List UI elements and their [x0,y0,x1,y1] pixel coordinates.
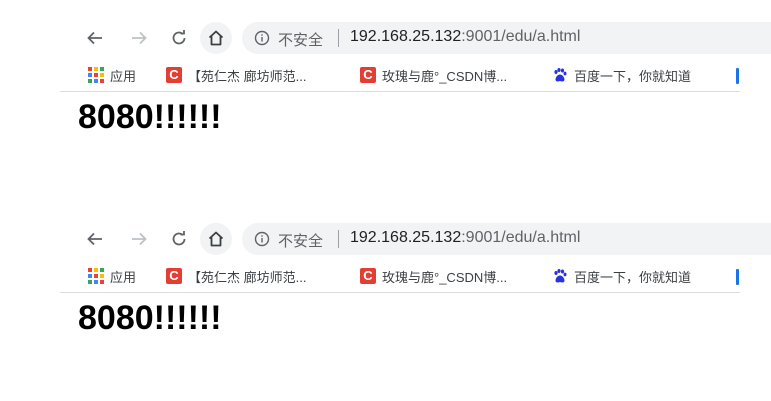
page-heading: 8080!!!!!! [78,299,222,337]
bookmarks-bar: 应用 C 【苑仁杰 廊坊师范... C 玫瑰与鹿°_CSDN博... 百度一下，… [0,60,771,90]
bookmark-label: 玫瑰与鹿°_CSDN博... [382,269,508,285]
back-button[interactable] [84,27,106,49]
toolbar-divider [60,292,740,293]
bookmark-csdn-2[interactable]: C 玫瑰与鹿°_CSDN博... [360,64,507,86]
url-path: /edu/a.html [501,229,581,246]
page-heading: 8080!!!!!! [78,98,222,136]
address-bar[interactable]: 不安全 192.168.25.132:9001/edu/a.html [242,22,771,54]
forward-button[interactable] [128,27,150,49]
arrow-left-icon [87,232,102,246]
apps-grid-icon [88,67,104,83]
reload-icon [172,231,186,246]
arrow-right-icon [132,232,147,246]
bookmark-csdn-1[interactable]: C 【苑仁杰 廊坊师范... [166,64,306,86]
home-icon [208,30,224,46]
bookmark-label: 百度一下，你就知道 [574,269,692,285]
info-icon[interactable] [254,231,270,247]
url-text[interactable]: 192.168.25.132:9001/edu/a.html [350,28,580,46]
reload-icon [172,30,186,45]
url-port: :9001 [461,28,502,45]
back-button[interactable] [84,228,106,250]
url-host: 192.168.25.132 [350,229,462,246]
bookmark-overflow-edge [736,269,739,285]
omnibox-separator [338,29,339,47]
reload-button[interactable] [168,27,190,49]
url-host: 192.168.25.132 [350,28,462,45]
bookmark-label: 百度一下，你就知道 [574,68,692,84]
arrow-right-icon [132,31,147,45]
browser-toolbar: 不安全 192.168.25.132:9001/edu/a.html [0,219,771,259]
bookmark-label: 【苑仁杰 廊坊师范... [188,269,307,285]
omnibox-separator [338,230,339,248]
home-icon [208,231,224,247]
url-text[interactable]: 192.168.25.132:9001/edu/a.html [350,229,580,247]
bookmark-baidu[interactable]: 百度一下，你就知道 [552,64,691,86]
bookmarks-bar: 应用 C 【苑仁杰 廊坊师范... C 玫瑰与鹿°_CSDN博... 百度一下，… [0,261,771,291]
bookmark-csdn-2[interactable]: C 玫瑰与鹿°_CSDN博... [360,265,507,287]
apps-grid-icon [88,268,104,284]
bookmark-label: 【苑仁杰 廊坊师范... [188,68,307,84]
url-port: :9001 [461,229,502,246]
csdn-icon: C [360,268,376,284]
browser-toolbar: 不安全 192.168.25.132:9001/edu/a.html [0,18,771,58]
bookmark-apps[interactable]: 应用 [88,64,136,86]
baidu-paw-icon [554,68,567,82]
address-bar[interactable]: 不安全 192.168.25.132:9001/edu/a.html [242,223,771,255]
csdn-icon: C [360,67,376,83]
home-button[interactable] [200,22,232,54]
bookmark-overflow-edge [736,68,739,84]
reload-button[interactable] [168,228,190,250]
toolbar-divider [60,91,740,92]
arrow-left-icon [87,31,102,45]
csdn-icon: C [166,268,182,284]
bookmark-baidu[interactable]: 百度一下，你就知道 [552,265,691,287]
bookmark-label: 应用 [110,269,137,285]
bookmark-label: 玫瑰与鹿°_CSDN博... [382,68,508,84]
security-label[interactable]: 不安全 [278,29,323,50]
baidu-paw-icon [554,269,567,283]
bookmark-csdn-1[interactable]: C 【苑仁杰 廊坊师范... [166,265,306,287]
forward-button[interactable] [128,228,150,250]
csdn-icon: C [166,67,182,83]
url-path: /edu/a.html [501,28,581,45]
home-button[interactable] [200,223,232,255]
info-icon[interactable] [254,30,270,46]
bookmark-label: 应用 [110,68,137,84]
security-label[interactable]: 不安全 [278,230,323,251]
bookmark-apps[interactable]: 应用 [88,265,136,287]
